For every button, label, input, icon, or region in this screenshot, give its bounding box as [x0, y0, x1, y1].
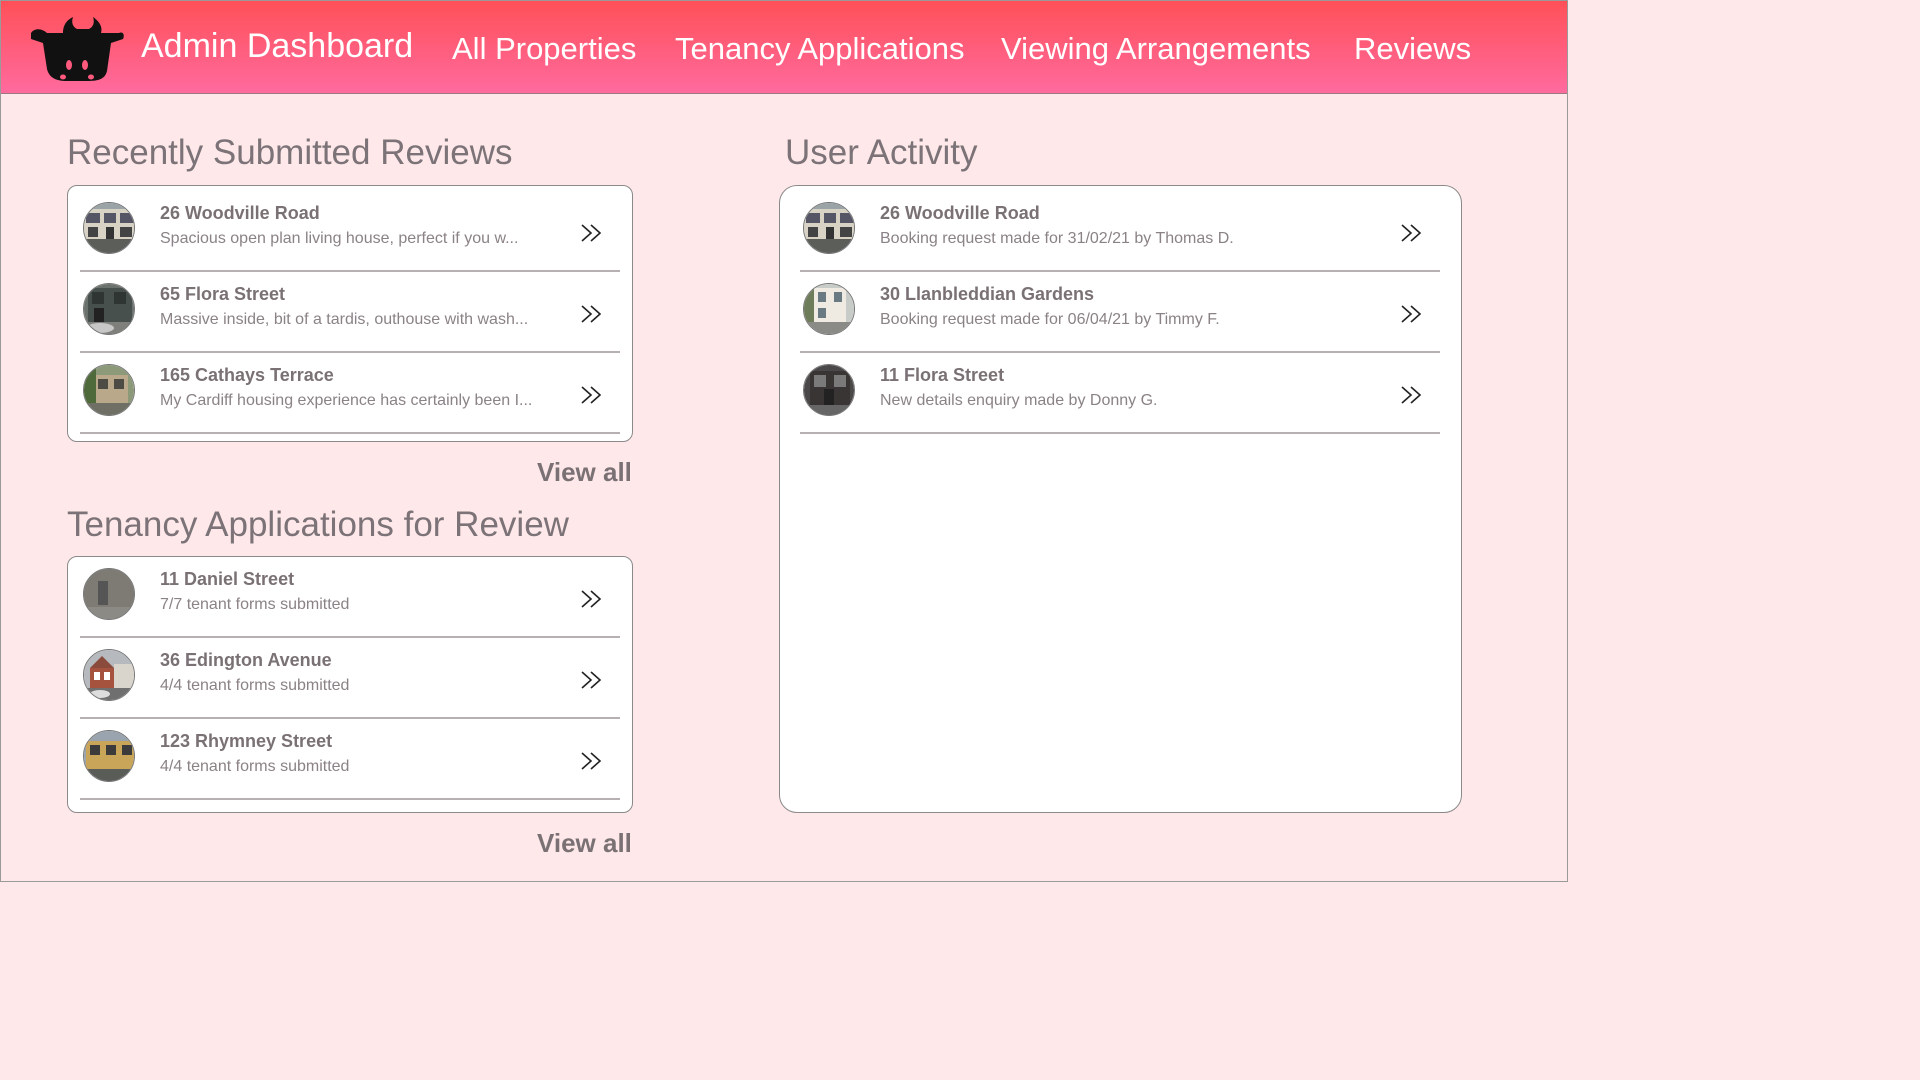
double-chevron-right-icon[interactable]	[580, 671, 604, 689]
application-row[interactable]: 11 Daniel Street 7/7 tenant forms submit…	[80, 557, 620, 638]
double-chevron-right-icon[interactable]	[580, 224, 604, 242]
review-row[interactable]: 65 Flora Street Massive inside, bit of a…	[80, 272, 620, 353]
row-title: 30 Llanbleddian Gardens	[880, 284, 1095, 304]
activity-section-title: User Activity	[785, 133, 978, 172]
nav-reviews[interactable]: Reviews	[1354, 31, 1471, 67]
applications-card: 11 Daniel Street 7/7 tenant forms submit…	[67, 556, 633, 813]
row-title: 11 Flora Street	[880, 365, 1005, 385]
row-subtitle: New details enquiry made by Donny G.	[880, 392, 1158, 409]
row-title: 65 Flora Street	[160, 284, 286, 304]
double-chevron-right-icon[interactable]	[1400, 305, 1424, 323]
row-title: 165 Cathays Terrace	[160, 365, 334, 385]
reviews-card: 26 Woodville Road Spacious open plan liv…	[67, 185, 633, 442]
property-thumbnail	[83, 364, 135, 416]
activity-row[interactable]: 26 Woodville Road Booking request made f…	[800, 191, 1440, 272]
row-subtitle: Booking request made for 31/02/21 by Tho…	[880, 230, 1234, 247]
double-chevron-right-icon[interactable]	[1400, 224, 1424, 242]
property-thumbnail	[83, 730, 135, 782]
property-thumbnail	[83, 568, 135, 620]
nav-tenancy-applications[interactable]: Tenancy Applications	[675, 31, 965, 67]
double-chevron-right-icon[interactable]	[580, 305, 604, 323]
activity-row[interactable]: 11 Flora Street New details enquiry made…	[800, 353, 1440, 434]
row-subtitle: 7/7 tenant forms submitted	[160, 596, 350, 613]
reviews-section-title: Recently Submitted Reviews	[67, 133, 513, 172]
row-subtitle: 4/4 tenant forms submitted	[160, 677, 350, 694]
property-thumbnail	[803, 202, 855, 254]
double-chevron-right-icon[interactable]	[580, 752, 604, 770]
top-navbar: Admin Dashboard All Properties Tenancy A…	[1, 1, 1567, 94]
applications-view-all-link[interactable]: View all	[537, 828, 632, 859]
nav-all-properties[interactable]: All Properties	[452, 31, 636, 67]
activity-card: 26 Woodville Road Booking request made f…	[779, 185, 1462, 813]
row-title: 26 Woodville Road	[880, 203, 1040, 223]
row-subtitle: 4/4 tenant forms submitted	[160, 758, 350, 775]
review-row[interactable]: 165 Cathays Terrace My Cardiff housing e…	[80, 353, 620, 434]
review-row[interactable]: 26 Woodville Road Spacious open plan liv…	[80, 191, 620, 272]
property-thumbnail	[803, 364, 855, 416]
row-title: 36 Edington Avenue	[160, 650, 332, 670]
applications-section-title: Tenancy Applications for Review	[67, 505, 569, 544]
cow-logo-icon[interactable]	[27, 13, 127, 85]
application-row[interactable]: 36 Edington Avenue 4/4 tenant forms subm…	[80, 638, 620, 719]
row-title: 11 Daniel Street	[160, 569, 295, 589]
double-chevron-right-icon[interactable]	[580, 590, 604, 608]
property-thumbnail	[83, 202, 135, 254]
activity-row[interactable]: 30 Llanbleddian Gardens Booking request …	[800, 272, 1440, 353]
brand-title[interactable]: Admin Dashboard	[141, 27, 413, 66]
application-row[interactable]: 123 Rhymney Street 4/4 tenant forms subm…	[80, 719, 620, 800]
row-title: 123 Rhymney Street	[160, 731, 333, 751]
nav-viewing-arrangements[interactable]: Viewing Arrangements	[1001, 31, 1311, 67]
property-thumbnail	[803, 283, 855, 335]
reviews-view-all-link[interactable]: View all	[537, 457, 632, 488]
double-chevron-right-icon[interactable]	[580, 386, 604, 404]
row-title: 26 Woodville Road	[160, 203, 320, 223]
row-subtitle: My Cardiff housing experience has certai…	[160, 392, 533, 409]
row-subtitle: Massive inside, bit of a tardis, outhous…	[160, 311, 529, 328]
row-subtitle: Spacious open plan living house, perfect…	[160, 230, 519, 247]
double-chevron-right-icon[interactable]	[1400, 386, 1424, 404]
row-subtitle: Booking request made for 06/04/21 by Tim…	[880, 311, 1220, 328]
property-thumbnail	[83, 283, 135, 335]
property-thumbnail	[83, 649, 135, 701]
